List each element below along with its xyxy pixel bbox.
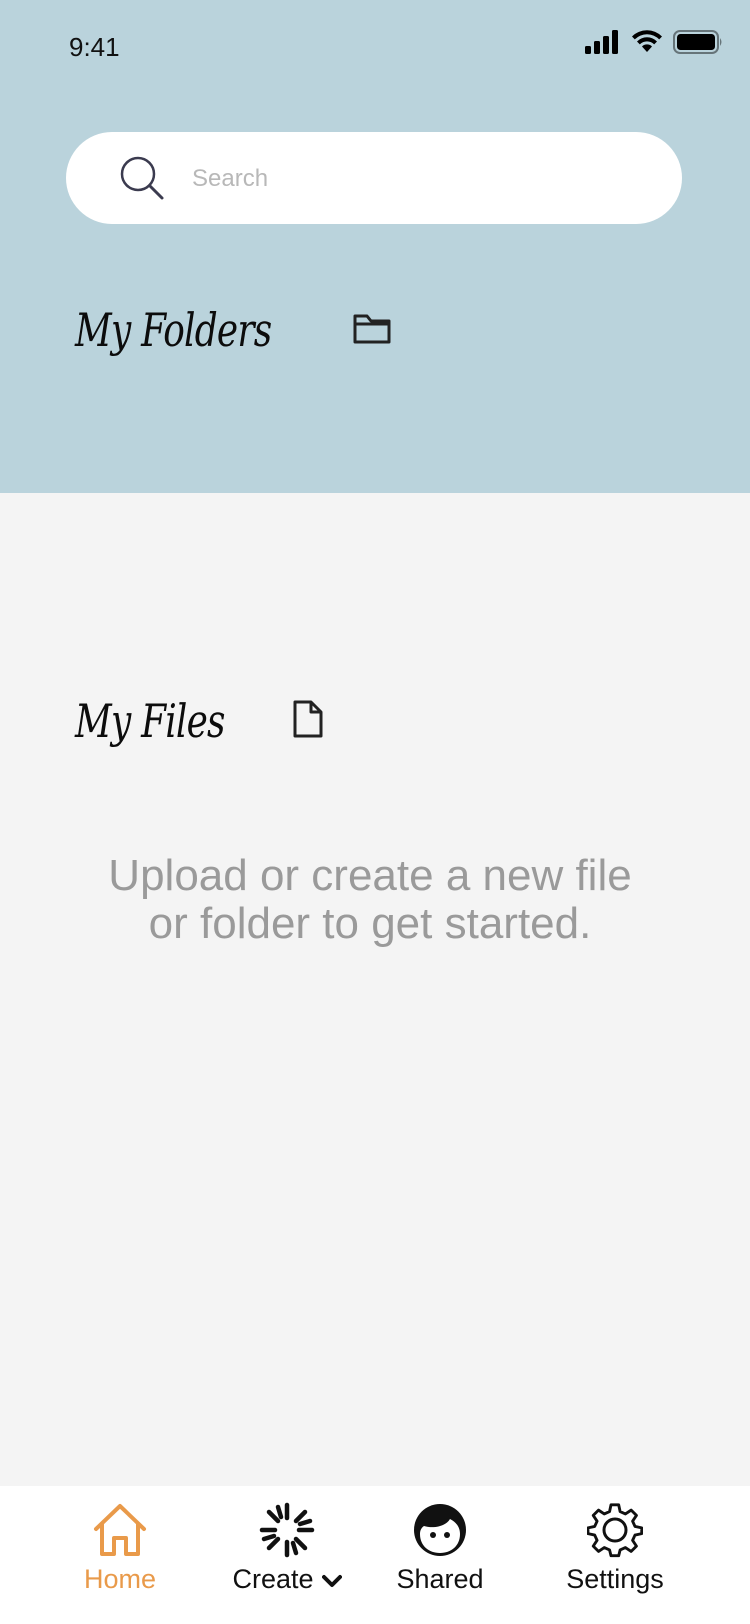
nav-settings-label: Settings — [566, 1564, 664, 1594]
nav-shared[interactable]: Shared — [385, 1502, 495, 1595]
nav-create-label: Create — [232, 1564, 314, 1594]
my-folders-heading: My Folders — [75, 303, 391, 357]
nav-settings[interactable]: Settings — [555, 1502, 675, 1595]
folder-icon — [353, 312, 391, 349]
face-icon — [412, 1502, 468, 1558]
nav-shared-label: Shared — [396, 1564, 484, 1594]
gear-icon — [587, 1502, 643, 1558]
wifi-icon — [631, 30, 663, 59]
nav-home[interactable]: Home — [70, 1502, 170, 1595]
battery-icon — [673, 30, 723, 59]
file-icon — [293, 700, 323, 743]
nav-home-label: Home — [83, 1564, 157, 1594]
empty-state-message: Upload or create a new file or folder to… — [108, 851, 632, 948]
nav-create-label-row: Create — [232, 1564, 342, 1595]
status-icons — [585, 30, 723, 59]
search-icon — [118, 154, 166, 202]
status-time: 9:41 — [69, 32, 120, 62]
search-bar[interactable] — [66, 132, 682, 224]
search-input[interactable] — [190, 154, 654, 204]
my-folders-title: My Folders — [75, 303, 272, 357]
home-icon — [92, 1502, 148, 1558]
nav-create[interactable]: Create — [222, 1502, 352, 1595]
my-files-heading: My Files — [75, 694, 323, 748]
sparkle-icon — [259, 1502, 315, 1558]
top-panel: 9:41 Search My Folders — [0, 0, 750, 493]
bottom-nav: Home Create Shared Settings — [0, 1486, 750, 1624]
chevron-down-icon — [321, 1564, 342, 1595]
my-files-title: My Files — [75, 694, 225, 748]
signal-icon — [585, 30, 621, 59]
